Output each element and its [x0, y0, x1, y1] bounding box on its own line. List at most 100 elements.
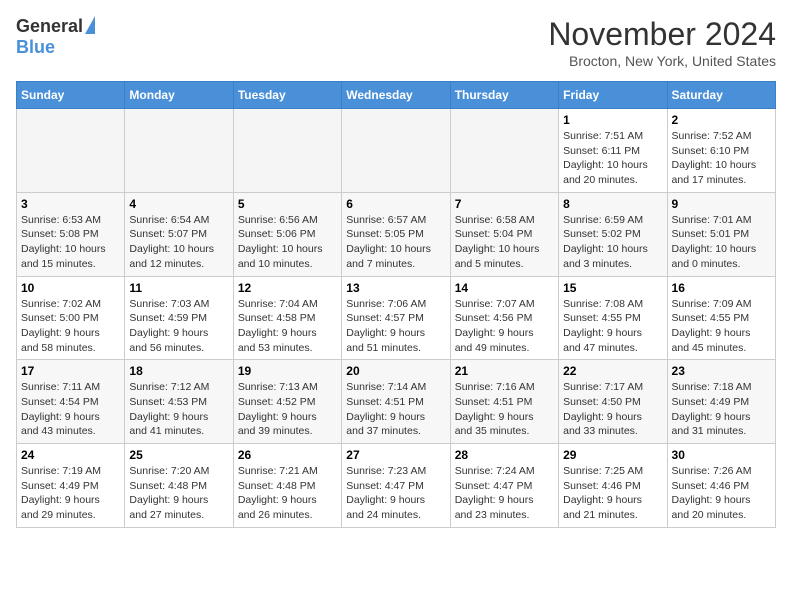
logo-general-text: General: [16, 16, 83, 37]
calendar-cell: 18Sunrise: 7:12 AM Sunset: 4:53 PM Dayli…: [125, 360, 233, 444]
day-info: Sunrise: 7:17 AM Sunset: 4:50 PM Dayligh…: [563, 380, 662, 439]
logo-blue-text: Blue: [16, 37, 55, 58]
day-info: Sunrise: 7:01 AM Sunset: 5:01 PM Dayligh…: [672, 213, 771, 272]
calendar-cell: 21 Sunrise: 7:16 AM Sunset: 4:51 PM Dayli…: [450, 360, 558, 444]
logo-triangle-icon: [85, 16, 95, 34]
day-number: 11: [129, 281, 228, 295]
day-number: 8: [563, 197, 662, 211]
weekday-header-monday: Monday: [125, 82, 233, 109]
calendar-cell: 24 Sunrise: 7:19 AM Sunset: 4:49 PM Dayli…: [17, 444, 125, 528]
weekday-header-thursday: Thursday: [450, 82, 558, 109]
day-info: Sunrise: 7:04 AM Sunset: 4:58 PM Dayligh…: [238, 297, 337, 356]
day-info: Sunrise: 7:08 AM Sunset: 4:55 PM Dayligh…: [563, 297, 662, 356]
calendar-cell: 4 Sunrise: 6:54 AM Sunset: 5:07 PM Daylig…: [125, 192, 233, 276]
day-number: 14: [455, 281, 554, 295]
day-number: 12: [238, 281, 337, 295]
day-number: 7: [455, 197, 554, 211]
day-number: 27: [346, 448, 445, 462]
calendar-cell: 2 Sunrise: 7:52 AM Sunset: 6:10 PM Daylig…: [667, 109, 775, 193]
calendar-cell: 8 Sunrise: 6:59 AM Sunset: 5:02 PM Daylig…: [559, 192, 667, 276]
day-number: 1: [563, 113, 662, 127]
calendar-cell: 6Sunrise: 6:57 AM Sunset: 5:05 PM Daylig…: [342, 192, 450, 276]
calendar-cell: [450, 109, 558, 193]
day-info: Sunrise: 6:54 AM Sunset: 5:07 PM Dayligh…: [129, 213, 228, 272]
calendar-cell: 14Sunrise: 7:07 AM Sunset: 4:56 PM Dayli…: [450, 276, 558, 360]
day-info: Sunrise: 7:13 AM Sunset: 4:52 PM Dayligh…: [238, 380, 337, 439]
day-info: Sunrise: 7:52 AM Sunset: 6:10 PM Dayligh…: [672, 129, 771, 188]
calendar-cell: 1 Sunrise: 7:51 AM Sunset: 6:11 PM Daylig…: [559, 109, 667, 193]
day-number: 24: [21, 448, 120, 462]
calendar-cell: 13 Sunrise: 7:06 AM Sunset: 4:57 PM Dayli…: [342, 276, 450, 360]
calendar-cell: 3 Sunrise: 6:53 AM Sunset: 5:08 PM Daylig…: [17, 192, 125, 276]
calendar-week-1: 1 Sunrise: 7:51 AM Sunset: 6:11 PM Daylig…: [17, 109, 776, 193]
day-info: Sunrise: 7:11 AM Sunset: 4:54 PM Dayligh…: [21, 380, 120, 439]
day-number: 21: [455, 364, 554, 378]
calendar-cell: 9Sunrise: 7:01 AM Sunset: 5:01 PM Daylig…: [667, 192, 775, 276]
calendar-cell: 12 Sunrise: 7:04 AM Sunset: 4:58 PM Dayli…: [233, 276, 341, 360]
calendar-cell: 17 Sunrise: 7:11 AM Sunset: 4:54 PM Dayli…: [17, 360, 125, 444]
calendar-week-3: 10 Sunrise: 7:02 AM Sunset: 5:00 PM Dayli…: [17, 276, 776, 360]
day-number: 15: [563, 281, 662, 295]
day-info: Sunrise: 6:59 AM Sunset: 5:02 PM Dayligh…: [563, 213, 662, 272]
month-title: November 2024: [548, 16, 776, 53]
day-number: 4: [129, 197, 228, 211]
title-block: November 2024 Brocton, New York, United …: [548, 16, 776, 69]
day-info: Sunrise: 7:19 AM Sunset: 4:49 PM Dayligh…: [21, 464, 120, 523]
day-number: 2: [672, 113, 771, 127]
calendar-cell: 7 Sunrise: 6:58 AM Sunset: 5:04 PM Daylig…: [450, 192, 558, 276]
day-info: Sunrise: 6:58 AM Sunset: 5:04 PM Dayligh…: [455, 213, 554, 272]
calendar-cell: 5Sunrise: 6:56 AM Sunset: 5:06 PM Daylig…: [233, 192, 341, 276]
calendar-week-4: 17 Sunrise: 7:11 AM Sunset: 4:54 PM Dayli…: [17, 360, 776, 444]
calendar-cell: 15 Sunrise: 7:08 AM Sunset: 4:55 PM Dayli…: [559, 276, 667, 360]
calendar-cell: [17, 109, 125, 193]
page-header: General Blue November 2024 Brocton, New …: [16, 16, 776, 69]
day-info: Sunrise: 7:06 AM Sunset: 4:57 PM Dayligh…: [346, 297, 445, 356]
day-number: 3: [21, 197, 120, 211]
day-info: Sunrise: 7:03 AM Sunset: 4:59 PM Dayligh…: [129, 297, 228, 356]
calendar-cell: [125, 109, 233, 193]
calendar-cell: 16 Sunrise: 7:09 AM Sunset: 4:55 PM Dayli…: [667, 276, 775, 360]
calendar-cell: 11 Sunrise: 7:03 AM Sunset: 4:59 PM Dayli…: [125, 276, 233, 360]
calendar-week-5: 24 Sunrise: 7:19 AM Sunset: 4:49 PM Dayli…: [17, 444, 776, 528]
day-number: 23: [672, 364, 771, 378]
calendar-cell: [342, 109, 450, 193]
day-number: 25: [129, 448, 228, 462]
day-info: Sunrise: 7:16 AM Sunset: 4:51 PM Dayligh…: [455, 380, 554, 439]
day-info: Sunrise: 7:25 AM Sunset: 4:46 PM Dayligh…: [563, 464, 662, 523]
day-number: 5: [238, 197, 337, 211]
day-info: Sunrise: 6:53 AM Sunset: 5:08 PM Dayligh…: [21, 213, 120, 272]
day-info: Sunrise: 7:51 AM Sunset: 6:11 PM Dayligh…: [563, 129, 662, 188]
day-number: 18: [129, 364, 228, 378]
day-info: Sunrise: 7:18 AM Sunset: 4:49 PM Dayligh…: [672, 380, 771, 439]
weekday-header-row: SundayMondayTuesdayWednesdayThursdayFrid…: [17, 82, 776, 109]
day-number: 29: [563, 448, 662, 462]
day-number: 13: [346, 281, 445, 295]
day-number: 19: [238, 364, 337, 378]
calendar-cell: [233, 109, 341, 193]
calendar-cell: 25 Sunrise: 7:20 AM Sunset: 4:48 PM Dayli…: [125, 444, 233, 528]
day-info: Sunrise: 7:02 AM Sunset: 5:00 PM Dayligh…: [21, 297, 120, 356]
day-info: Sunrise: 7:20 AM Sunset: 4:48 PM Dayligh…: [129, 464, 228, 523]
weekday-header-saturday: Saturday: [667, 82, 775, 109]
logo: General Blue: [16, 16, 95, 58]
day-info: Sunrise: 7:26 AM Sunset: 4:46 PM Dayligh…: [672, 464, 771, 523]
day-number: 28: [455, 448, 554, 462]
day-info: Sunrise: 7:21 AM Sunset: 4:48 PM Dayligh…: [238, 464, 337, 523]
calendar-cell: 28Sunrise: 7:24 AM Sunset: 4:47 PM Dayli…: [450, 444, 558, 528]
location-text: Brocton, New York, United States: [548, 53, 776, 69]
calendar-cell: 20 Sunrise: 7:14 AM Sunset: 4:51 PM Dayli…: [342, 360, 450, 444]
day-number: 17: [21, 364, 120, 378]
calendar-cell: 23 Sunrise: 7:18 AM Sunset: 4:49 PM Dayli…: [667, 360, 775, 444]
day-info: Sunrise: 7:09 AM Sunset: 4:55 PM Dayligh…: [672, 297, 771, 356]
calendar-week-2: 3 Sunrise: 6:53 AM Sunset: 5:08 PM Daylig…: [17, 192, 776, 276]
day-info: Sunrise: 7:23 AM Sunset: 4:47 PM Dayligh…: [346, 464, 445, 523]
day-number: 20: [346, 364, 445, 378]
day-number: 16: [672, 281, 771, 295]
day-number: 22: [563, 364, 662, 378]
weekday-header-wednesday: Wednesday: [342, 82, 450, 109]
weekday-header-sunday: Sunday: [17, 82, 125, 109]
day-number: 6: [346, 197, 445, 211]
day-info: Sunrise: 7:14 AM Sunset: 4:51 PM Dayligh…: [346, 380, 445, 439]
calendar-cell: 22 Sunrise: 7:17 AM Sunset: 4:50 PM Dayli…: [559, 360, 667, 444]
day-number: 10: [21, 281, 120, 295]
